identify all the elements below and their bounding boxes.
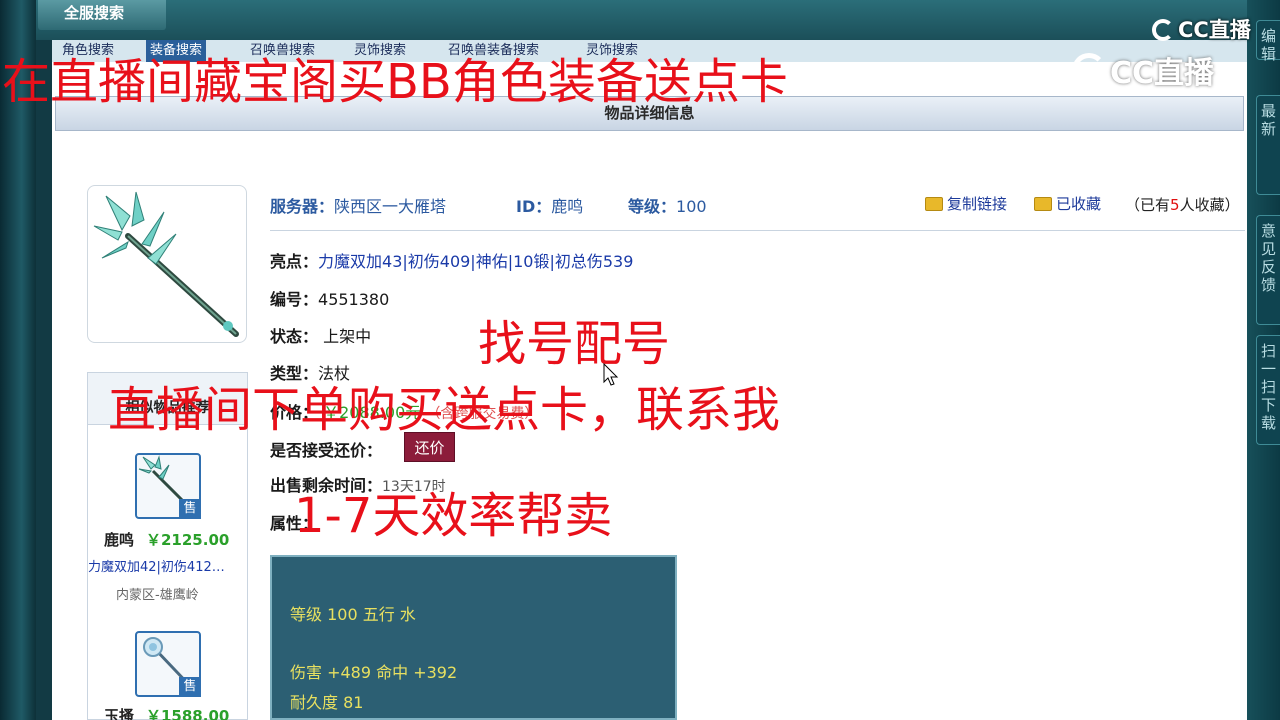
right-tab-latest[interactable]: 最新 xyxy=(1256,95,1280,195)
id-label: ID： xyxy=(516,197,552,216)
copy-link-button[interactable]: 复制链接 xyxy=(925,193,1007,214)
item-image xyxy=(87,185,247,343)
server-value: 陕西区一大雁塔 xyxy=(334,197,447,216)
right-tab-label: 意见反馈 xyxy=(1260,222,1276,294)
overlay-line-order: 直播间下单购买送点卡，联系我 xyxy=(108,382,781,438)
similar-item-2-thumb[interactable]: 售 xyxy=(135,631,201,697)
right-tab-label: 编辑 xyxy=(1260,27,1276,63)
attr-line-level: 等级 100 五行 水 xyxy=(290,605,416,624)
attr-line-durability: 耐久度 81 xyxy=(290,693,364,712)
top-band xyxy=(36,0,1247,40)
overlay-line-find: 找号配号 xyxy=(478,316,671,372)
overlay-banner: 在直播间藏宝阁买BB角色装备送点卡 xyxy=(2,54,788,110)
similar-item-1-price: ￥2125.00 xyxy=(146,531,230,549)
collected-button[interactable]: 已收藏 xyxy=(1034,193,1101,214)
folder-add-icon xyxy=(1034,197,1052,211)
status-row: 状态： 上架中 xyxy=(270,323,371,347)
id-field: ID：鹿鸣 xyxy=(516,193,583,217)
similar-item-1-name[interactable]: 鹿鸣 xyxy=(104,529,134,550)
similar-item-1-thumb[interactable]: 售 xyxy=(135,453,201,519)
sold-badge: 售 xyxy=(179,499,201,519)
cc-logo-small-text: CC直播 xyxy=(1178,18,1251,42)
mouse-cursor-icon xyxy=(603,363,619,386)
level-label: 等级： xyxy=(628,197,677,216)
overlay-line-sell: 1-7天效率帮卖 xyxy=(294,488,613,544)
collect-suffix: 人收藏） xyxy=(1179,196,1240,214)
similar-item-2-name[interactable]: 玉搔 xyxy=(104,705,134,720)
highlights-value[interactable]: 力魔双加43|初伤409|神佑|10锻|初总伤539 xyxy=(318,252,633,271)
level-value: 100 xyxy=(676,197,707,216)
number-row: 编号：4551380 xyxy=(270,286,389,310)
highlights-row: 亮点：力魔双加43|初伤409|神佑|10锻|初总伤539 xyxy=(270,248,633,272)
id-value: 鹿鸣 xyxy=(551,197,584,216)
right-tab-edit[interactable]: 编辑 xyxy=(1256,20,1280,63)
number-value: 4551380 xyxy=(318,290,390,309)
collect-prefix: （已有 xyxy=(1125,196,1171,214)
cc-logo-big-text: CC直播 xyxy=(1110,56,1215,91)
attr-line-damage: 伤害 +489 命中 +392 xyxy=(290,663,458,682)
server-field: 服务器：陕西区一大雁塔 xyxy=(270,193,446,217)
right-tab-label: 扫一扫下载 xyxy=(1260,342,1276,432)
cc-live-logo-small: CC直播 xyxy=(1152,14,1251,44)
counter-offer-label: 是否接受还价： xyxy=(270,441,383,460)
cc-logo-icon xyxy=(1072,53,1106,87)
status-label: 状态： xyxy=(270,327,319,346)
status-value: 上架中 xyxy=(323,327,372,346)
right-tab-scan[interactable]: 扫一扫下载 xyxy=(1256,335,1280,445)
folder-icon xyxy=(925,197,943,211)
similar-item-2-price: ￥1588.00 xyxy=(146,707,230,720)
staff-icon xyxy=(93,191,239,337)
highlights-label: 亮点： xyxy=(270,252,319,271)
copy-link-label: 复制链接 xyxy=(947,195,1008,213)
collected-label: 已收藏 xyxy=(1056,195,1102,213)
level-field: 等级：100 xyxy=(628,193,707,217)
sold-badge: 售 xyxy=(179,677,201,697)
similar-item-1-server: 内蒙区-雄鹰岭 xyxy=(116,588,199,603)
counter-offer-row: 是否接受还价： xyxy=(270,437,382,461)
server-label: 服务器： xyxy=(270,197,335,216)
divider xyxy=(270,230,1245,231)
right-tab-feedback[interactable]: 意见反馈 xyxy=(1256,215,1280,325)
right-tab-label: 最新 xyxy=(1260,102,1276,138)
cc-logo-icon xyxy=(1152,19,1174,41)
collect-count-number: 5 xyxy=(1170,196,1180,214)
similar-item-1-desc[interactable]: 力魔双加42|初伤412… xyxy=(88,556,248,575)
number-label: 编号： xyxy=(270,290,319,309)
collect-count: （已有5人收藏） xyxy=(1125,194,1240,215)
cc-live-logo-big: CC直播 xyxy=(1072,48,1214,92)
tab-global-search[interactable]: 全服搜索 xyxy=(38,0,166,30)
